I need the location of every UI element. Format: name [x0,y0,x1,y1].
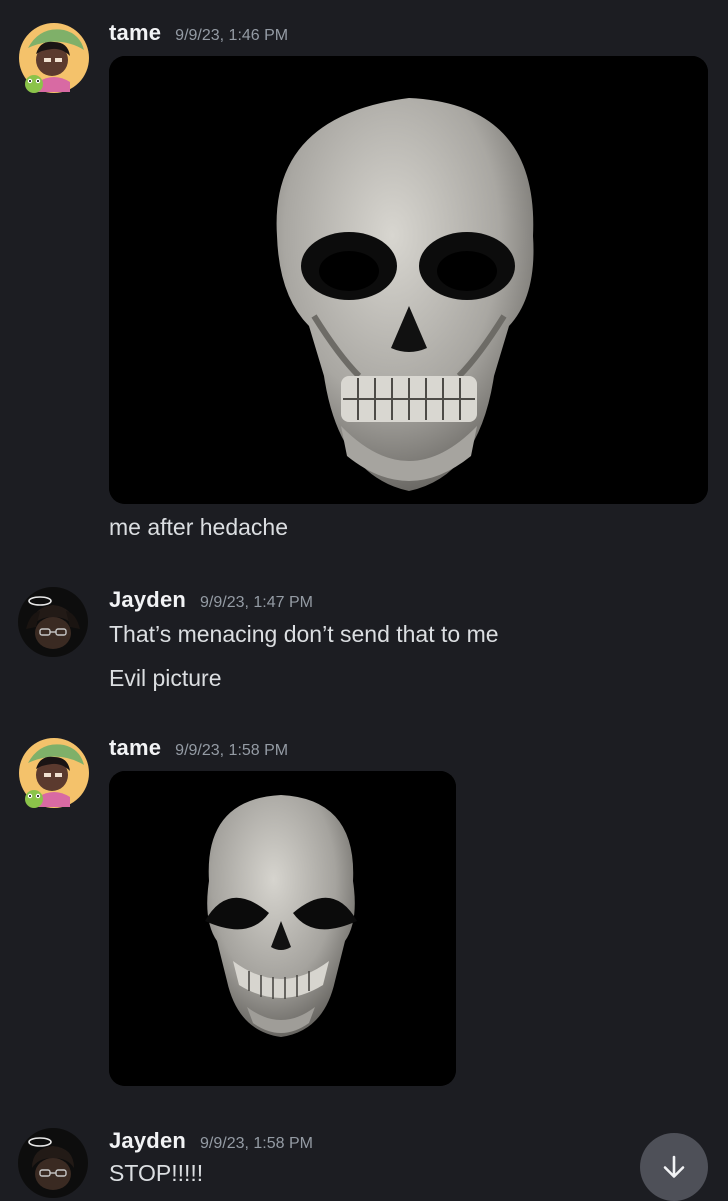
image-attachment[interactable] [109,771,456,1086]
skull-image [109,56,708,504]
message-text: me after hedache [109,514,289,540]
username[interactable]: tame [109,735,161,761]
avatar-image [19,23,89,93]
message-header: tame 9/9/23, 1:46 PM [109,20,288,46]
avatar-jayden[interactable] [18,1128,88,1198]
timestamp: 9/9/23, 1:46 PM [175,27,289,44]
message-text: That’s menacing don’t send that to me [109,621,499,647]
avatar-image [18,1128,88,1198]
image-attachment[interactable] [109,56,708,504]
timestamp: 9/9/23, 1:58 PM [175,742,289,759]
username[interactable]: tame [109,20,161,46]
avatar-tame[interactable] [18,737,89,808]
timestamp: 9/9/23, 1:47 PM [200,594,313,611]
arrow-down-icon [663,1155,685,1178]
message-text: Evil picture [109,665,222,691]
message-header: Jayden 9/9/23, 1:58 PM [109,1128,313,1154]
squished-skull-image [109,771,456,1086]
username[interactable]: Jayden [109,1128,186,1154]
avatar-tame[interactable] [18,22,89,93]
message-text: STOP!!!!! [109,1160,204,1186]
message-header: tame 9/9/23, 1:58 PM [109,735,288,761]
avatar-jayden[interactable] [18,587,88,657]
username[interactable]: Jayden [109,587,186,613]
jump-to-present-button[interactable] [640,1133,708,1201]
avatar-image [18,587,88,657]
timestamp: 9/9/23, 1:58 PM [200,1135,313,1152]
message-header: Jayden 9/9/23, 1:47 PM [109,587,313,613]
avatar-image [19,738,89,808]
